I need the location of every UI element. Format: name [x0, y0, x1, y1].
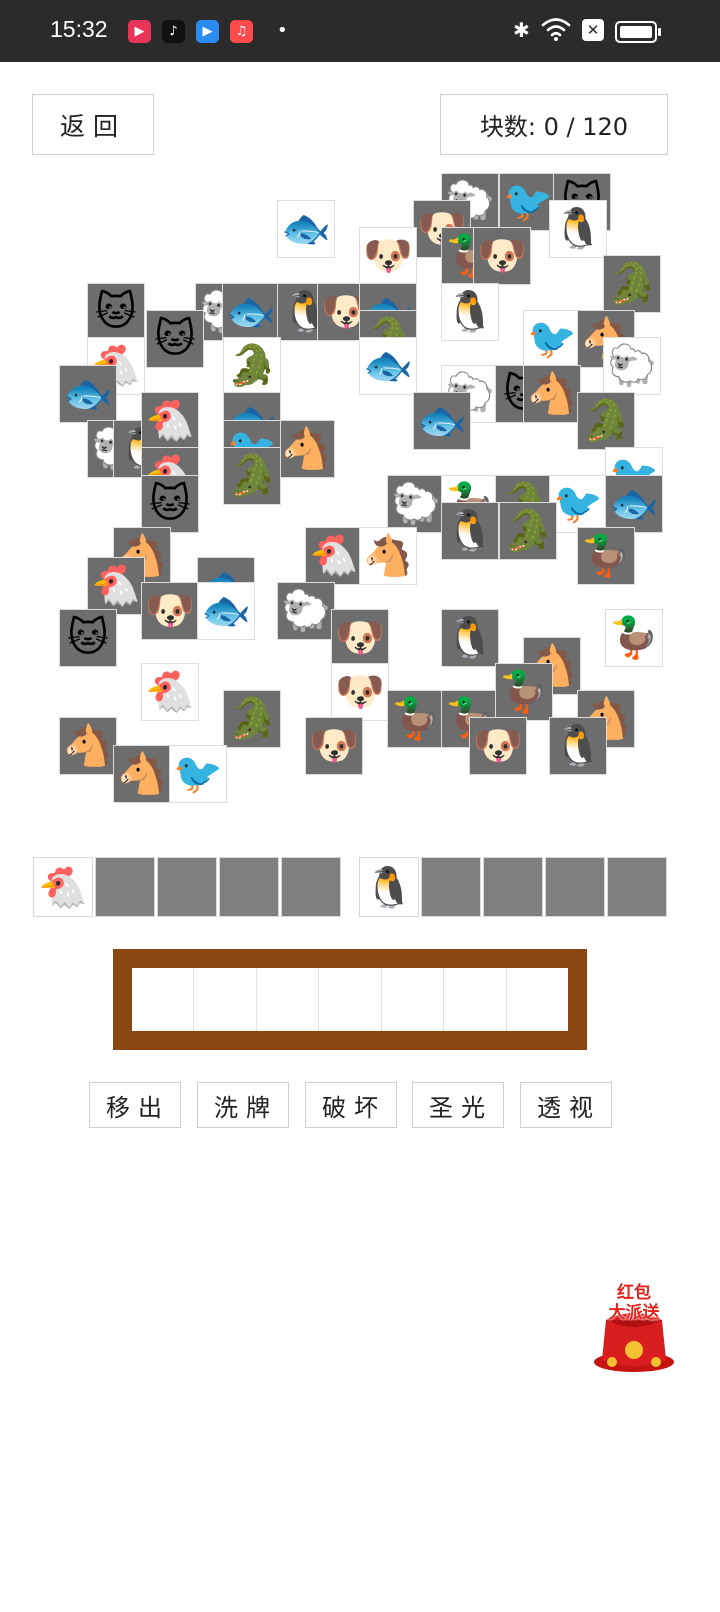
tile-cat: 🐱 [146, 310, 204, 368]
tray-cell [382, 968, 445, 1031]
slot-right-penguin[interactable]: 🐧 [359, 857, 419, 917]
slot-left-empty [281, 857, 341, 917]
slot-right-empty [545, 857, 605, 917]
tile-crocodile: 🐊 [577, 392, 635, 450]
tile-cat: 🐱 [141, 475, 199, 533]
tiktok-app-icon: ♪ [162, 20, 185, 43]
battery-icon [615, 21, 661, 43]
tray-cell [507, 968, 568, 1031]
tile-chicken: 🐔 [305, 527, 363, 585]
tile-penguin: 🐧 [441, 502, 499, 560]
tile-horse[interactable]: 🐴 [359, 527, 417, 585]
sim-icon: ✕ [582, 19, 604, 41]
tile-duck: 🦆 [495, 663, 553, 721]
tile-cat: 🐱 [87, 283, 145, 341]
tile-chicken: 🐔 [87, 557, 145, 615]
shuffle-button[interactable]: 洗牌 [197, 1082, 289, 1128]
wifi-icon [541, 16, 571, 47]
tile-fish[interactable]: 🐟 [277, 200, 335, 258]
tile-crocodile[interactable]: 🐊 [223, 337, 281, 395]
tile-fish: 🐟 [222, 283, 280, 341]
tile-counter: 块数: 0 / 120 [440, 94, 668, 155]
tile-fish[interactable]: 🐟 [197, 582, 255, 640]
tile-fish[interactable]: 🐟 [359, 337, 417, 395]
tile-duck: 🦆 [387, 690, 445, 748]
tile-sheep: 🐑 [277, 582, 335, 640]
back-button[interactable]: 返回 [32, 94, 154, 155]
tray-cell [194, 968, 257, 1031]
tray-cell [257, 968, 320, 1031]
tile-duck: 🦆 [577, 527, 635, 585]
slot-right-empty [483, 857, 543, 917]
slot-left-chicken[interactable]: 🐔 [33, 857, 93, 917]
slot-right-empty [607, 857, 667, 917]
tile-crocodile: 🐊 [603, 255, 661, 313]
status-time: 15:32 [50, 16, 108, 42]
tray-cell [319, 968, 382, 1031]
tile-penguin: 🐧 [441, 609, 499, 667]
notification-dot-icon: • [277, 20, 288, 41]
tile-dog: 🐶 [473, 227, 531, 285]
game-board: 🐑🐦🐱🐟🐶🐧🐶🦆🐶🐊🐱🐑🐟🐧🐶🐟🐊🐧🐱🐦🐴🐑🐔🐟🐊🐟🐑🐱🐴🐊🐑🐧🐟🐔🐟🐴🐦🐔🐊🐦… [0, 160, 720, 820]
player-app-icon: ▶ [196, 20, 219, 43]
status-bar: 15:32 ▶ ♪ ▶ ♫ • ✱ ✕ [0, 0, 720, 62]
slot-right-empty [421, 857, 481, 917]
tile-horse: 🐴 [277, 420, 335, 478]
tile-chicken: 🐔 [141, 392, 199, 450]
tile-sheep: 🐑 [387, 475, 445, 533]
slot-left-empty [219, 857, 279, 917]
remove-button[interactable]: 移出 [89, 1082, 181, 1128]
slot-left-empty [95, 857, 155, 917]
tile-cat: 🐱 [59, 609, 117, 667]
tile-duck[interactable]: 🦆 [605, 609, 663, 667]
holy-light-button[interactable]: 圣光 [412, 1082, 504, 1128]
tray-cell [444, 968, 507, 1031]
tile-penguin: 🐧 [549, 717, 607, 775]
xray-button[interactable]: 透视 [520, 1082, 612, 1128]
tile-dog: 🐶 [305, 717, 363, 775]
tile-chicken[interactable]: 🐔 [141, 663, 199, 721]
tile-horse: 🐴 [59, 717, 117, 775]
tile-horse: 🐴 [113, 745, 171, 803]
collection-tray [113, 949, 587, 1050]
tile-sheep[interactable]: 🐑 [603, 337, 661, 395]
tile-crocodile: 🐊 [223, 690, 281, 748]
tile-bird[interactable]: 🐦 [523, 310, 581, 368]
red-packet-promo[interactable]: 红包 大派送 [592, 1276, 676, 1374]
promo-line2: 大派送 [608, 1303, 660, 1323]
tile-crocodile: 🐊 [499, 502, 557, 560]
slot-left-empty [157, 857, 217, 917]
tile-dog: 🐶 [469, 717, 527, 775]
tile-fish: 🐟 [59, 365, 117, 423]
tile-penguin[interactable]: 🐧 [441, 283, 499, 341]
tile-fish: 🐟 [413, 392, 471, 450]
tile-bird[interactable]: 🐦 [549, 475, 607, 533]
tile-bird[interactable]: 🐦 [169, 745, 227, 803]
music-app-icon: ♫ [230, 20, 253, 43]
tile-dog: 🐶 [141, 582, 199, 640]
bluetooth-icon: ✱ [513, 18, 530, 42]
tile-horse: 🐴 [523, 365, 581, 423]
video-app-icon: ▶ [128, 20, 151, 43]
tile-dog: 🐶 [331, 609, 389, 667]
tile-dog[interactable]: 🐶 [359, 227, 417, 285]
tile-crocodile: 🐊 [223, 447, 281, 505]
tile-dog[interactable]: 🐶 [331, 663, 389, 721]
destroy-button[interactable]: 破坏 [305, 1082, 397, 1128]
tile-penguin[interactable]: 🐧 [549, 200, 607, 258]
tray-cell [132, 968, 195, 1031]
tile-fish: 🐟 [605, 475, 663, 533]
